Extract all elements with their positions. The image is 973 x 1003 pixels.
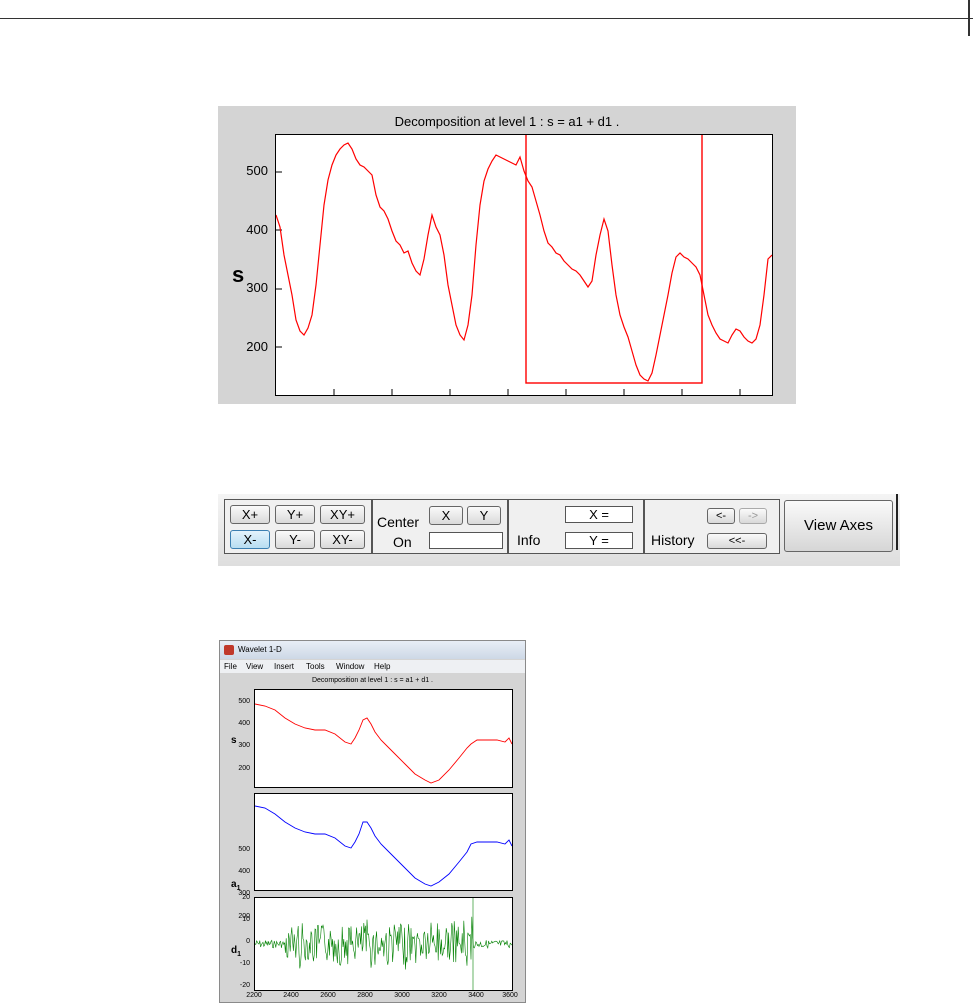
page-corner-mark — [968, 0, 970, 36]
center-y-button[interactable]: Y — [467, 506, 501, 525]
signal-plot — [275, 132, 773, 395]
y-tick-label: 200 — [246, 339, 268, 354]
subplot-ytick: 400 — [238, 868, 250, 875]
subplot-ytick: -10 — [239, 960, 250, 967]
history-back-button[interactable]: <- — [707, 508, 735, 524]
d1-trace — [254, 898, 513, 990]
center-on-field[interactable] — [429, 532, 503, 549]
subplot-ytick: 10 — [242, 916, 250, 923]
subplot-d1[interactable] — [254, 897, 513, 991]
x-minus-button[interactable]: X- — [230, 530, 270, 549]
menu-insert[interactable]: Insert — [274, 660, 294, 673]
subplot-ytick: 500 — [238, 846, 250, 853]
info-y-field: Y = — [565, 532, 633, 549]
view-axes-button[interactable]: View Axes — [784, 500, 893, 552]
subplot-d1-plot — [254, 898, 513, 990]
x-tick-label: 2800 — [357, 992, 373, 999]
s-trace — [254, 703, 513, 784]
y-minus-button[interactable]: Y- — [275, 530, 315, 549]
center-group: Center On X Y — [372, 499, 508, 554]
menu-bar: File View Insert Tools Window Help — [220, 660, 525, 673]
subplot-ytick: 0 — [246, 938, 250, 945]
zoom-buttons-group: X+ Y+ XY+ X- Y- XY- — [224, 499, 372, 554]
x-tick-label: 2200 — [246, 992, 262, 999]
zoom-toolbar: X+ Y+ XY+ X- Y- XY- Center On X Y Info X… — [218, 494, 900, 566]
wavelet-window: Wavelet 1-D File View Insert Tools Windo… — [219, 640, 526, 1003]
matlab-app-icon — [224, 645, 234, 655]
window-plot-title: Decomposition at level 1 : s = a1 + d1 . — [311, 677, 433, 684]
signal-axes[interactable] — [275, 132, 773, 396]
subplot-ytick: 300 — [238, 742, 250, 749]
x-tick-label: 3000 — [394, 992, 410, 999]
y-tick-label: 300 — [246, 280, 268, 295]
history-group: History <- -> <<- — [644, 499, 780, 554]
subplot-ytick: 400 — [238, 720, 250, 727]
history-label: History — [651, 532, 695, 548]
x-tick-label: 2400 — [283, 992, 299, 999]
page-top-rule — [0, 18, 973, 19]
subplot-s[interactable] — [254, 689, 513, 788]
x-tick-label: 3200 — [431, 992, 447, 999]
y-plus-button[interactable]: Y+ — [275, 505, 315, 524]
subplot-ytick: 500 — [238, 698, 250, 705]
figure-title: Decomposition at level 1 : s = a1 + d1 . — [394, 114, 620, 129]
y-tick-label: 400 — [246, 222, 268, 237]
window-title: Wavelet 1-D — [238, 645, 282, 654]
history-forward-button[interactable]: -> — [739, 508, 767, 524]
subplot-s-plot — [254, 703, 513, 784]
history-first-button[interactable]: <<- — [707, 533, 767, 549]
menu-tools[interactable]: Tools — [306, 660, 325, 673]
subplot-a1-plot — [254, 805, 513, 887]
xy-minus-button[interactable]: XY- — [320, 530, 365, 549]
toolbar-divider — [896, 494, 898, 550]
subplot-ytick: 200 — [238, 765, 250, 772]
x-tick-label: 3400 — [468, 992, 484, 999]
x-tick-label: 2600 — [320, 992, 336, 999]
a1-trace — [254, 805, 513, 887]
menu-help[interactable]: Help — [374, 660, 390, 673]
xy-plus-button[interactable]: XY+ — [320, 505, 365, 524]
menu-view[interactable]: View — [246, 660, 263, 673]
subplot-a1[interactable] — [254, 793, 513, 891]
signal-trace — [275, 142, 773, 382]
decomposition-figure: Decomposition at level 1 : s = a1 + d1 .… — [218, 106, 796, 404]
info-label: Info — [517, 532, 541, 548]
window-titlebar[interactable]: Wavelet 1-D — [220, 641, 525, 659]
x-tick-label: 3600 — [502, 992, 518, 999]
on-label: On — [393, 534, 412, 550]
subplot-d1-label: d1 — [231, 945, 242, 958]
x-plus-button[interactable]: X+ — [230, 505, 270, 524]
info-x-field: X = — [565, 506, 633, 523]
center-label: Center — [377, 514, 420, 530]
menu-file[interactable]: File — [224, 660, 237, 673]
menu-window[interactable]: Window — [336, 660, 364, 673]
y-tick-label: 500 — [246, 163, 268, 178]
info-group: Info X = Y = — [508, 499, 644, 554]
center-x-button[interactable]: X — [429, 506, 463, 525]
subplot-ytick: 20 — [242, 894, 250, 901]
subplot-ytick: -20 — [239, 982, 250, 989]
